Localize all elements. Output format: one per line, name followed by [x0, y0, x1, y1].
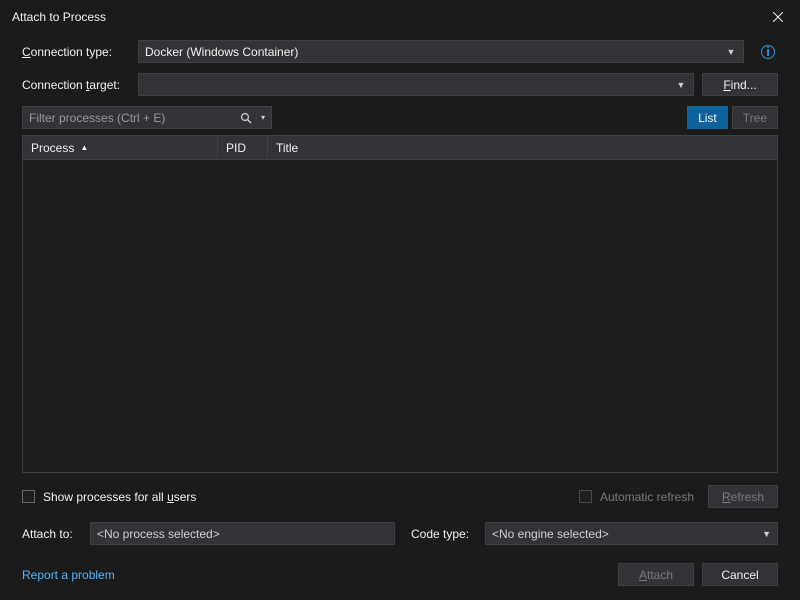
- chevron-down-icon: ▼: [762, 529, 771, 539]
- tree-view-toggle[interactable]: Tree: [732, 106, 778, 129]
- view-toggle-group: List Tree: [687, 106, 778, 129]
- table-header: Process▲ PID Title: [23, 136, 777, 160]
- auto-refresh-checkbox: [579, 490, 592, 503]
- dialog-content: Connection type: Docker (Windows Contain…: [0, 34, 800, 600]
- table-body[interactable]: [23, 160, 777, 472]
- below-table-row: Show processes for all users Automatic r…: [22, 485, 778, 508]
- attach-to-label: Attach to:: [22, 527, 82, 541]
- code-type-dropdown[interactable]: <No engine selected> ▼: [485, 522, 778, 545]
- column-pid[interactable]: PID: [218, 136, 268, 159]
- attach-button: Attach: [618, 563, 694, 586]
- code-type-label: Code type:: [411, 527, 477, 541]
- connection-type-info[interactable]: i: [758, 45, 778, 59]
- code-type-value: <No engine selected>: [492, 527, 609, 541]
- dialog-title: Attach to Process: [12, 10, 106, 24]
- find-button[interactable]: Find...: [702, 73, 778, 96]
- show-all-users-label[interactable]: Show processes for all users: [43, 490, 196, 504]
- attach-code-row: Attach to: <No process selected> Code ty…: [22, 522, 778, 545]
- attach-to-process-dialog: Attach to Process Connection type: Docke…: [0, 0, 800, 600]
- chevron-down-icon: ▼: [675, 80, 687, 90]
- connection-type-label: Connection type:: [22, 45, 130, 59]
- sort-ascending-icon: ▲: [80, 143, 88, 152]
- connection-type-row: Connection type: Docker (Windows Contain…: [22, 40, 778, 63]
- chevron-down-icon: ▼: [725, 47, 737, 57]
- close-icon: [773, 12, 783, 22]
- list-view-toggle[interactable]: List: [687, 106, 728, 129]
- connection-target-dropdown[interactable]: ▼: [138, 73, 694, 96]
- filter-options-dropdown[interactable]: ▾: [256, 113, 265, 122]
- attach-to-field[interactable]: <No process selected>: [90, 522, 395, 545]
- report-problem-link[interactable]: Report a problem: [22, 568, 115, 582]
- connection-target-label: Connection target:: [22, 78, 130, 92]
- refresh-button: Refresh: [708, 485, 778, 508]
- close-button[interactable]: [764, 6, 792, 28]
- cancel-button[interactable]: Cancel: [702, 563, 778, 586]
- connection-target-row: Connection target: ▼ Find...: [22, 73, 778, 96]
- info-icon: i: [761, 45, 775, 59]
- connection-type-value: Docker (Windows Container): [145, 45, 725, 59]
- column-process[interactable]: Process▲: [23, 136, 218, 159]
- titlebar: Attach to Process: [0, 0, 800, 34]
- auto-refresh-label: Automatic refresh: [600, 490, 694, 504]
- column-title[interactable]: Title: [268, 136, 777, 159]
- filter-row: Filter processes (Ctrl + E) ▾ List Tree: [22, 106, 778, 129]
- show-all-users-checkbox[interactable]: [22, 490, 35, 503]
- connection-type-dropdown[interactable]: Docker (Windows Container) ▼: [138, 40, 744, 63]
- filter-input[interactable]: Filter processes (Ctrl + E) ▾: [22, 106, 272, 129]
- search-icon[interactable]: [236, 112, 256, 124]
- bottom-row: Report a problem Attach Cancel: [22, 563, 778, 586]
- filter-placeholder: Filter processes (Ctrl + E): [29, 111, 236, 125]
- attach-to-value: <No process selected>: [97, 527, 220, 541]
- process-table: Process▲ PID Title: [22, 135, 778, 473]
